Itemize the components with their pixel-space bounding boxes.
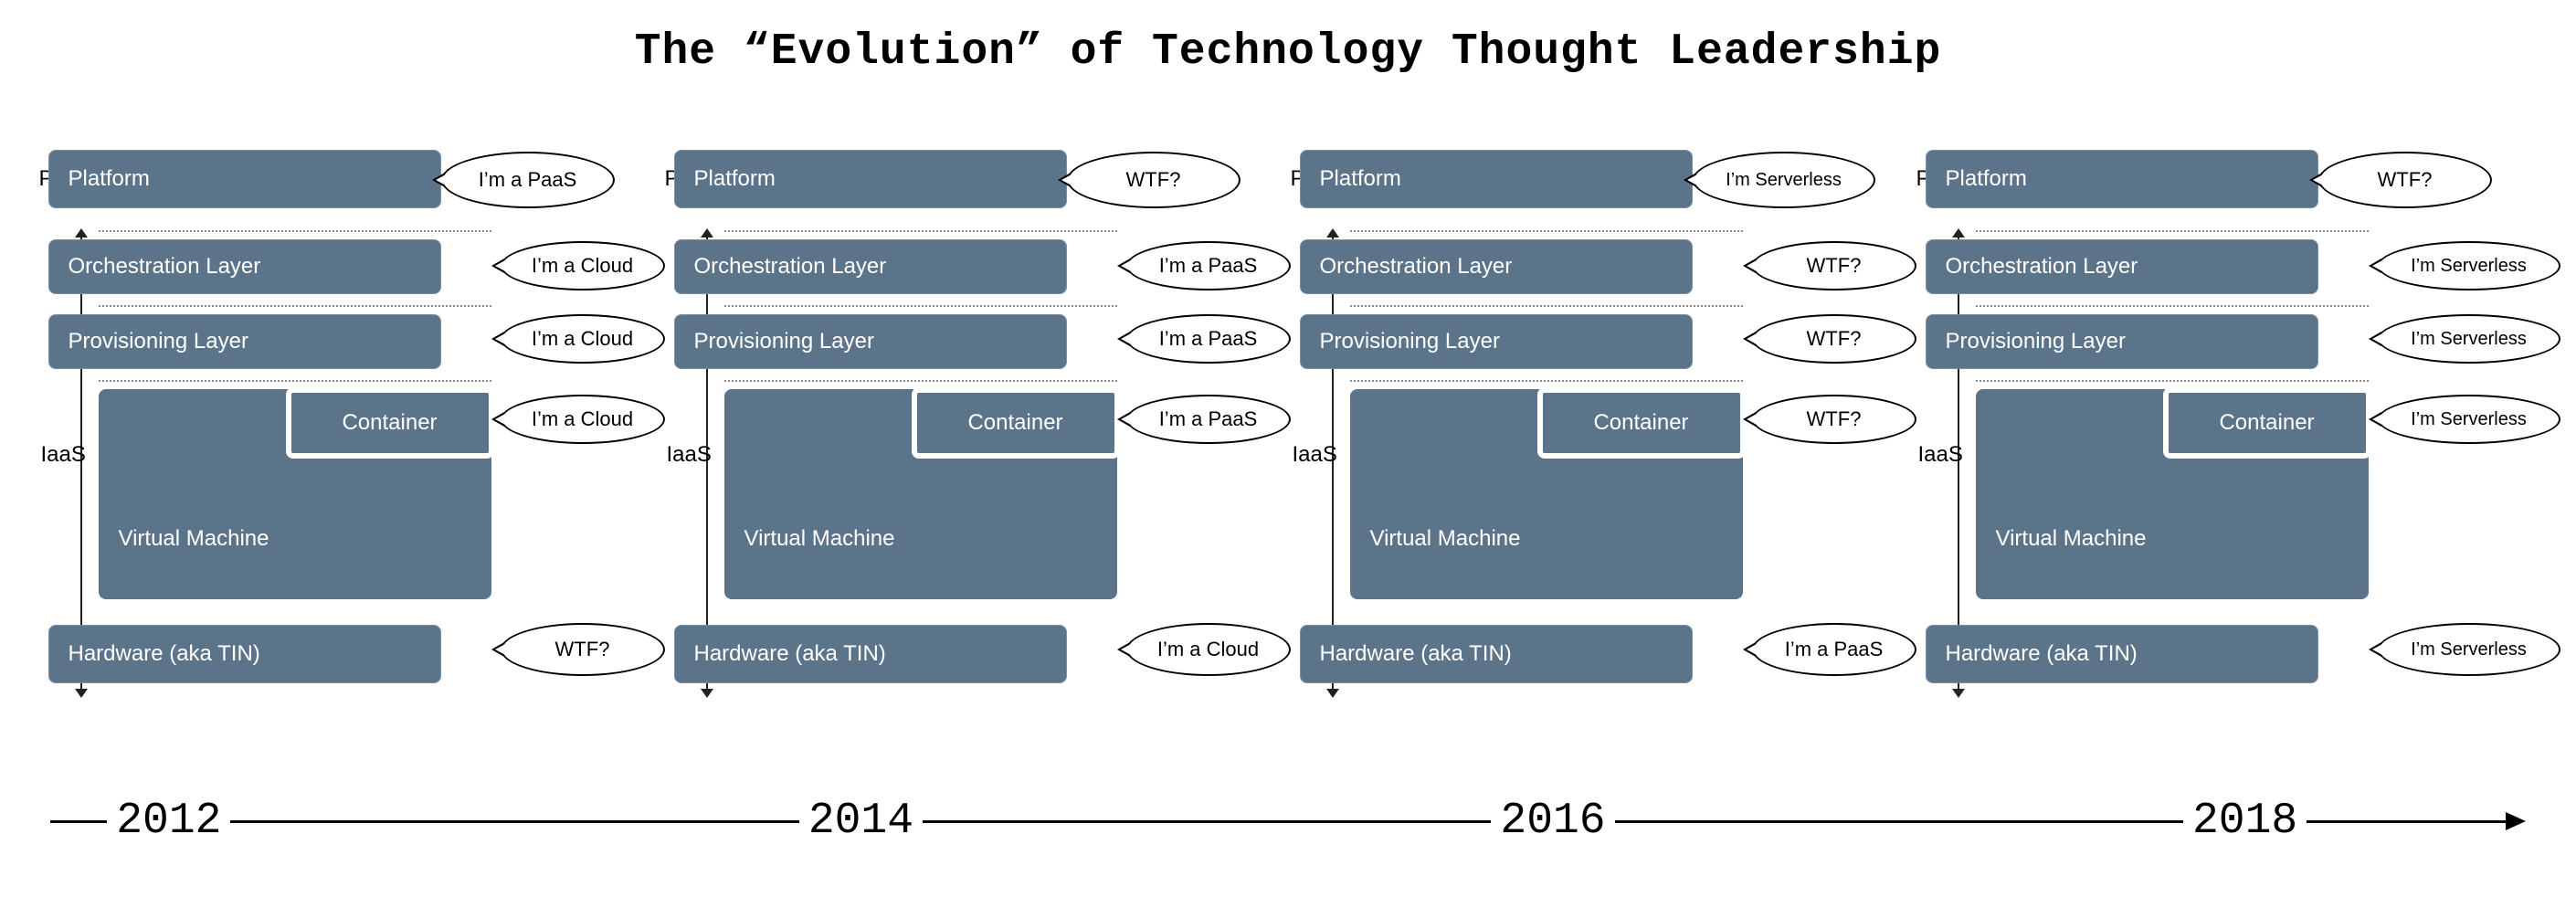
layer-provisioning-label: Provisioning Layer [69, 329, 248, 354]
iaas-label: IaaS [41, 442, 86, 468]
layer-vm-label: Virtual Machine [1996, 526, 2147, 552]
layer-orchestration-label: Orchestration Layer [69, 254, 261, 280]
year-2014: 2014 [799, 797, 923, 846]
layer-hardware: Hardware (aka TIN) [48, 625, 441, 683]
bubble-orchestration: I’m a Cloud [501, 241, 665, 290]
bubble-container: WTF? [1752, 395, 1916, 444]
layer-orchestration: Orchestration Layer [1300, 239, 1693, 294]
divider [99, 230, 491, 232]
divider [724, 230, 1117, 232]
layer-provisioning: Provisioning Layer [1926, 314, 2318, 369]
panel-2012: ↑ PaaS ↓ IaaS Platform Orchestration Lay… [48, 150, 651, 734]
bubble-provisioning: I’m a PaaS [1126, 314, 1291, 364]
layer-orchestration-label: Orchestration Layer [694, 254, 887, 280]
panel-2014: ↑ PaaS ↓ IaaS Platform Orchestration Lay… [674, 150, 1277, 734]
year-2018: 2018 [2183, 797, 2307, 846]
layer-hardware-label: Hardware (aka TIN) [1320, 641, 1512, 667]
timeline-line [1615, 820, 2183, 823]
bubble-platform: WTF? [1067, 152, 1240, 208]
layer-vm-label: Virtual Machine [744, 526, 895, 552]
year-2016: 2016 [1491, 797, 1614, 846]
layer-platform-label: Platform [1320, 166, 1401, 192]
layer-vm-label: Virtual Machine [1370, 526, 1521, 552]
layer-provisioning-label: Provisioning Layer [1320, 329, 1500, 354]
bubble-hardware: I’m a PaaS [1752, 623, 1916, 676]
divider [1976, 230, 2369, 232]
layer-hardware-label: Hardware (aka TIN) [694, 641, 886, 667]
divider [1350, 305, 1743, 307]
bubble-orchestration: I’m Serverless [2378, 241, 2560, 290]
divider [99, 305, 491, 307]
layer-container-label: Container [1593, 410, 1688, 436]
bubble-provisioning: I’m Serverless [2378, 314, 2560, 364]
bubble-orchestration: I’m a PaaS [1126, 241, 1291, 290]
layer-provisioning-label: Provisioning Layer [1946, 329, 2126, 354]
layer-hardware-label: Hardware (aka TIN) [69, 641, 260, 667]
layer-orchestration: Orchestration Layer [1926, 239, 2318, 294]
bubble-container: I’m Serverless [2378, 395, 2560, 444]
layer-container: Container [286, 387, 494, 459]
bubble-hardware: I’m a Cloud [1126, 623, 1291, 676]
iaas-label: IaaS [1918, 442, 1963, 468]
timeline-line [50, 820, 107, 823]
timeline-line [923, 820, 1491, 823]
layer-orchestration: Orchestration Layer [48, 239, 441, 294]
layer-platform: Platform [674, 150, 1067, 208]
bubble-container: I’m a Cloud [501, 395, 665, 444]
layer-container-label: Container [967, 410, 1062, 436]
bubble-container: I’m a PaaS [1126, 395, 1291, 444]
layer-orchestration-label: Orchestration Layer [1320, 254, 1513, 280]
timeline: 2012 2014 2016 2018 [50, 798, 2526, 844]
divider [1350, 380, 1743, 382]
bubble-hardware: I’m Serverless [2378, 623, 2560, 676]
bubble-platform: I’m Serverless [1693, 152, 1875, 208]
page-title: The “Evolution” of Technology Thought Le… [0, 0, 2576, 77]
divider [1976, 380, 2369, 382]
bubble-provisioning: WTF? [1752, 314, 1916, 364]
bubble-platform: WTF? [2318, 152, 2492, 208]
layer-container: Container [912, 387, 1120, 459]
layer-platform: Platform [1926, 150, 2318, 208]
layer-provisioning-label: Provisioning Layer [694, 329, 874, 354]
panels-row: ↑ PaaS ↓ IaaS Platform Orchestration Lay… [0, 150, 2576, 734]
divider [1350, 230, 1743, 232]
iaas-label: IaaS [1293, 442, 1337, 468]
bubble-platform: I’m a PaaS [441, 152, 615, 208]
layer-hardware-label: Hardware (aka TIN) [1946, 641, 2138, 667]
layer-platform-label: Platform [1946, 166, 2027, 192]
layer-orchestration: Orchestration Layer [674, 239, 1067, 294]
bubble-orchestration: WTF? [1752, 241, 1916, 290]
year-2012: 2012 [107, 797, 230, 846]
bubble-provisioning: I’m a Cloud [501, 314, 665, 364]
layer-container: Container [1537, 387, 1746, 459]
panel-2018: ↑ PaaS ↓ IaaS Platform Orchestration Lay… [1926, 150, 2528, 734]
layer-hardware: Hardware (aka TIN) [1300, 625, 1693, 683]
panel-2016: ↑ PaaS ↓ IaaS Platform Orchestration Lay… [1300, 150, 1903, 734]
layer-orchestration-label: Orchestration Layer [1946, 254, 2138, 280]
layer-platform-label: Platform [69, 166, 150, 192]
layer-provisioning: Provisioning Layer [48, 314, 441, 369]
divider [724, 305, 1117, 307]
timeline-line [230, 820, 798, 823]
layer-platform-label: Platform [694, 166, 776, 192]
bubble-hardware: WTF? [501, 623, 665, 676]
layer-platform: Platform [1300, 150, 1693, 208]
layer-provisioning: Provisioning Layer [1300, 314, 1693, 369]
layer-container-label: Container [2219, 410, 2314, 436]
layer-platform: Platform [48, 150, 441, 208]
timeline-line [2307, 820, 2506, 823]
divider [99, 380, 491, 382]
divider [1976, 305, 2369, 307]
layer-hardware: Hardware (aka TIN) [674, 625, 1067, 683]
layer-provisioning: Provisioning Layer [674, 314, 1067, 369]
divider [724, 380, 1117, 382]
layer-hardware: Hardware (aka TIN) [1926, 625, 2318, 683]
layer-container-label: Container [342, 410, 437, 436]
iaas-label: IaaS [667, 442, 712, 468]
layer-vm-label: Virtual Machine [119, 526, 269, 552]
layer-container: Container [2163, 387, 2371, 459]
arrow-right-icon [2506, 812, 2526, 830]
